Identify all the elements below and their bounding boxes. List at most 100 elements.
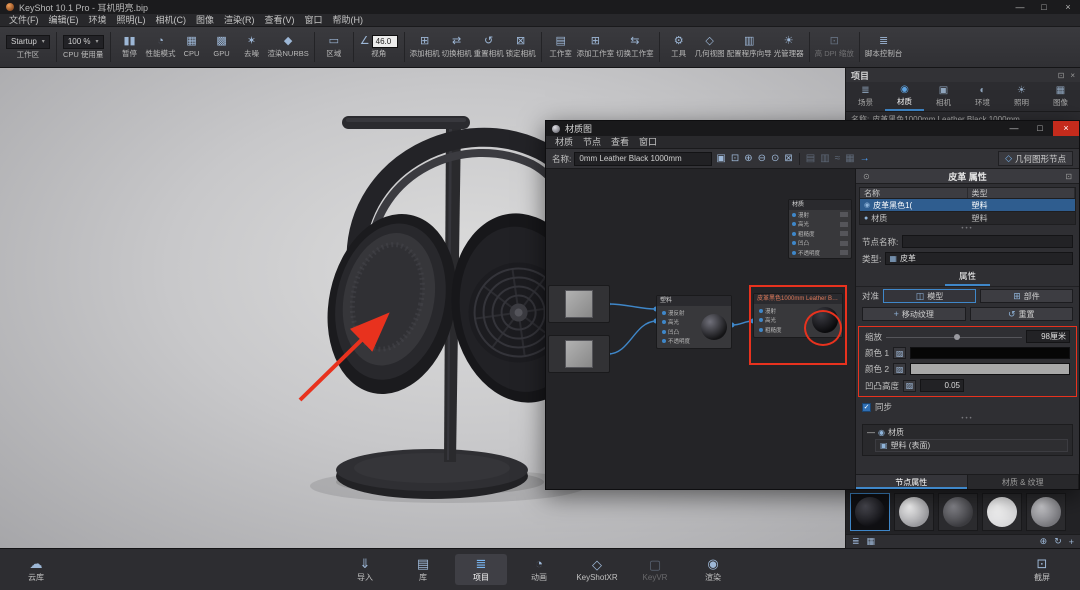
show-labels-icon[interactable]: ▥ bbox=[819, 153, 830, 164]
bump-height-input[interactable]: 0.05 bbox=[920, 379, 965, 392]
menu-material[interactable]: 材质 bbox=[550, 136, 578, 148]
material-name-input[interactable]: 0mm Leather Black 1000mm bbox=[574, 151, 713, 166]
node-graph-canvas[interactable]: 材质 漫射 高光 粗糙度 凹凸 不透明度 塑料 漫反射 高光 凹凸 不透明度 皮… bbox=[546, 169, 856, 489]
tree-item-plastic-surface[interactable]: ▣ 塑料 (表面) bbox=[875, 439, 1068, 452]
align-part-button[interactable]: ⊞ 部件 bbox=[980, 289, 1074, 303]
view-angle-control[interactable]: ∠ 46.0 视角 bbox=[360, 35, 398, 59]
add-camera-button[interactable]: ⊞ 添加相机 bbox=[410, 35, 440, 59]
performance-mode-button[interactable]: ◔ 性能模式 bbox=[146, 35, 176, 59]
tab-node-properties[interactable]: 节点属性 bbox=[856, 475, 968, 489]
configurator-wizard-button[interactable]: ▥ 配置程序向导 bbox=[727, 35, 772, 59]
table-row[interactable]: ◉ 皮革黑色1( 塑料 bbox=[859, 199, 1076, 212]
script-console-button[interactable]: ≣ 脚本控制台 bbox=[865, 35, 903, 59]
tab-lighting[interactable]: ☀ 照明 bbox=[1002, 82, 1041, 111]
lock-camera-button[interactable]: ⊠ 锁定相机 bbox=[506, 35, 536, 59]
hi-dpi-scaling-button[interactable]: ⊡ 高 DPI 缩放 bbox=[815, 35, 854, 59]
pause-button[interactable]: ▮▮ 暂停 bbox=[116, 35, 144, 59]
node-type-select[interactable]: ▦ 皮革 bbox=[885, 252, 1073, 265]
menu-help[interactable]: 帮助(H) bbox=[328, 14, 369, 27]
pin-icon[interactable]: ⊙ bbox=[861, 172, 872, 181]
menu-file[interactable]: 文件(F) bbox=[4, 14, 44, 27]
cloud-library-button[interactable]: ☁ 云库 bbox=[10, 554, 62, 585]
screenshot-button[interactable]: ⊡ 截屏 bbox=[1016, 554, 1068, 585]
move-texture-button[interactable]: + 移动纹理 bbox=[862, 307, 966, 321]
tree-item-material[interactable]: — ◉ 材质 bbox=[863, 425, 1072, 439]
geometry-view-button[interactable]: ◇ 几何视图 bbox=[695, 35, 725, 59]
tab-properties[interactable]: 属性 bbox=[944, 269, 990, 286]
scale-value-input[interactable]: 98厘米 bbox=[1026, 330, 1070, 343]
close-button[interactable]: × bbox=[1056, 0, 1080, 14]
workspace-selector[interactable]: Startup ▾ 工作区 bbox=[6, 34, 50, 60]
collapse-icon[interactable]: — bbox=[867, 428, 875, 437]
tab-image[interactable]: ▦ 图像 bbox=[1041, 82, 1080, 111]
studio-button[interactable]: ▤ 工作室 bbox=[547, 35, 575, 59]
node-material-root[interactable]: 皮革黑色1000mm Leather B… 漫射 高光 粗糙度 bbox=[753, 293, 843, 338]
texture-map-icon[interactable]: ▨ bbox=[893, 347, 907, 359]
material-graph-titlebar[interactable]: 材质图 — □ × bbox=[546, 121, 1079, 136]
add-material-icon[interactable]: + bbox=[1069, 537, 1074, 547]
gpu-button[interactable]: ▩ GPU bbox=[208, 35, 236, 59]
tab-material[interactable]: ◉ 材质 bbox=[885, 82, 924, 111]
add-studio-button[interactable]: ⊞ 添加工作室 bbox=[577, 35, 615, 59]
geometry-node-button[interactable]: ◇ 几何图形节点 bbox=[998, 151, 1073, 166]
node-plastic[interactable]: 塑料 漫反射 高光 凹凸 不透明度 bbox=[656, 295, 732, 349]
menu-render[interactable]: 渲染(R) bbox=[219, 14, 260, 27]
minimize-button[interactable]: — bbox=[1008, 0, 1032, 14]
menu-environment[interactable]: 环境 bbox=[84, 14, 112, 27]
sync-checkbox[interactable]: ✓ bbox=[862, 402, 871, 412]
color1-swatch[interactable] bbox=[910, 347, 1070, 359]
menu-image[interactable]: 图像 bbox=[191, 14, 219, 27]
region-button[interactable]: ▭ 区域 bbox=[320, 35, 348, 59]
node-name-input[interactable] bbox=[902, 235, 1073, 248]
animation-button[interactable]: ◔ 动画 bbox=[513, 554, 565, 585]
save-icon[interactable]: ▣ bbox=[715, 153, 726, 164]
zoom-out-icon[interactable]: ⊖ bbox=[757, 153, 767, 164]
texture-map-icon[interactable]: ▨ bbox=[893, 363, 907, 375]
material-preview-thumb[interactable] bbox=[938, 493, 978, 531]
keyshotxr-button[interactable]: ◇ KeyShotXR bbox=[571, 554, 623, 585]
cpu-usage-selector[interactable]: 100 % ▾ CPU 使用量 bbox=[62, 34, 104, 60]
tab-material-and-textures[interactable]: 材质 & 纹理 bbox=[968, 475, 1079, 489]
view-angle-input[interactable]: 46.0 bbox=[371, 35, 398, 49]
menu-node[interactable]: 节点 bbox=[578, 136, 606, 148]
minimize-button[interactable]: — bbox=[1001, 121, 1027, 136]
menu-view[interactable]: 查看(V) bbox=[260, 14, 300, 27]
library-button[interactable]: ▤ 库 bbox=[397, 554, 449, 585]
search-icon[interactable]: ⊕ bbox=[1040, 536, 1048, 547]
align-model-button[interactable]: ◫ 模型 bbox=[883, 289, 977, 303]
show-maps-icon[interactable]: ▤ bbox=[805, 153, 816, 164]
switch-camera-button[interactable]: ⇄ 切换相机 bbox=[442, 35, 472, 59]
project-button[interactable]: ≣ 项目 bbox=[455, 554, 507, 585]
render-button[interactable]: ◉ 渲染 bbox=[687, 554, 739, 585]
menu-camera[interactable]: 相机(C) bbox=[151, 14, 192, 27]
material-preview-thumb[interactable] bbox=[982, 493, 1022, 531]
show-wires-icon[interactable]: ≈ bbox=[834, 153, 842, 164]
node-texture-1[interactable] bbox=[548, 285, 610, 323]
reset-camera-button[interactable]: ↺ 重置相机 bbox=[474, 35, 504, 59]
float-panel-icon[interactable]: ⊡ bbox=[1063, 172, 1074, 181]
tab-scene[interactable]: ≣ 场景 bbox=[846, 82, 885, 111]
material-preview-thumb[interactable] bbox=[1026, 493, 1066, 531]
menu-lighting[interactable]: 照明(L) bbox=[112, 14, 151, 27]
zoom-fit-icon[interactable]: ⊡ bbox=[730, 153, 740, 164]
tab-environment[interactable]: ◐ 环境 bbox=[963, 82, 1002, 111]
grid-view-icon[interactable]: ▦ bbox=[867, 536, 876, 547]
refresh-icon[interactable]: ↻ bbox=[1054, 536, 1062, 547]
material-preview-thumb[interactable] bbox=[894, 493, 934, 531]
lock-icon[interactable]: ⊠ bbox=[783, 153, 793, 164]
menu-edit[interactable]: 编辑(E) bbox=[44, 14, 84, 27]
color2-swatch[interactable] bbox=[910, 363, 1070, 375]
center-view-icon[interactable]: ⊙ bbox=[770, 153, 780, 164]
menu-window[interactable]: 窗口 bbox=[634, 136, 662, 148]
close-panel-icon[interactable]: × bbox=[1070, 71, 1075, 80]
reset-button[interactable]: ↺ 重置 bbox=[969, 307, 1073, 321]
list-view-icon[interactable]: ≣ bbox=[852, 536, 860, 547]
import-button[interactable]: ⇓ 导入 bbox=[339, 554, 391, 585]
render-nurbs-button[interactable]: ◆ 渲染NURBS bbox=[268, 35, 309, 59]
light-manager-button[interactable]: ☀ 光管理器 bbox=[774, 35, 804, 59]
float-panel-icon[interactable]: ⊡ bbox=[1058, 71, 1065, 80]
maximize-button[interactable]: □ bbox=[1027, 121, 1053, 136]
denoise-button[interactable]: ✶ 去噪 bbox=[238, 35, 266, 59]
apply-arrow-icon[interactable]: → bbox=[859, 153, 871, 164]
tools-button[interactable]: ⚙ 工具 bbox=[665, 35, 693, 59]
